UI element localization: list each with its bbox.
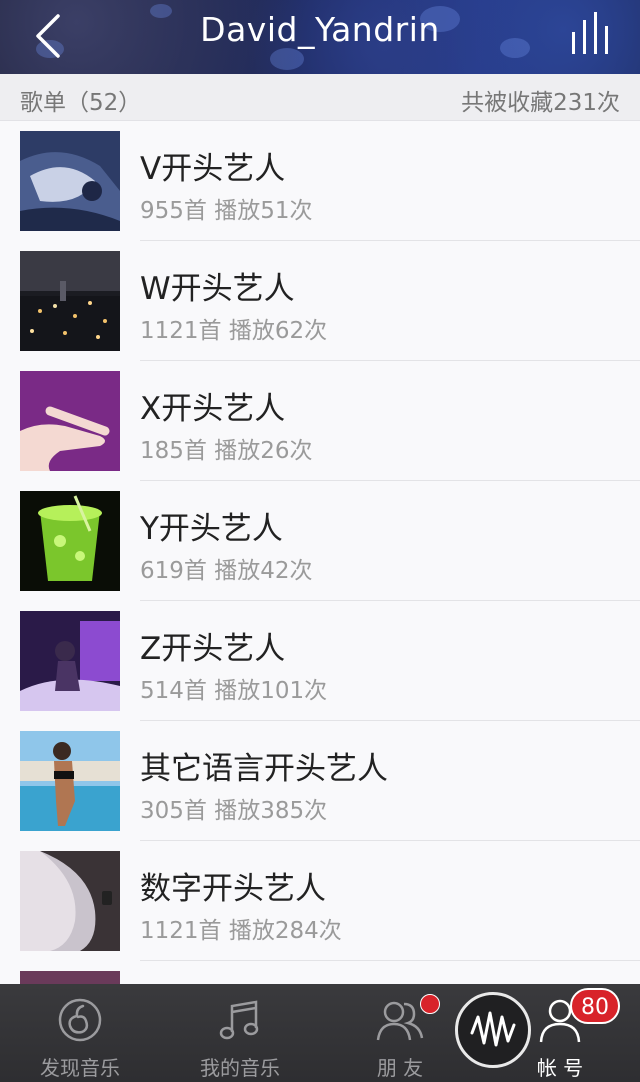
collected-count: 共被收藏231次 (461, 90, 620, 116)
tab-discover[interactable]: 发现音乐 (20, 984, 140, 1082)
playlist-title: W开头艺人 (140, 271, 295, 307)
playlist-item[interactable]: Y开头艺人 619首 播放42次 (0, 481, 640, 601)
playlist-info: W开头艺人 1121首 播放62次 (140, 241, 640, 361)
playlist-item[interactable]: 数字开头艺人 1121首 播放284次 (0, 841, 640, 961)
playlist-cover (20, 851, 120, 951)
playlist-title: X开头艺人 (140, 391, 286, 427)
playlist-stats: 514首 播放101次 (140, 678, 328, 704)
playlist-item[interactable] (0, 961, 640, 984)
netease-logo-icon (58, 998, 102, 1042)
playlist-cover (20, 491, 120, 591)
playlist-item[interactable]: V开头艺人 955首 播放51次 (0, 121, 640, 241)
bottom-tab-bar: 发现音乐 我的音乐 朋 友 帐 号 (0, 984, 640, 1082)
playlist-item[interactable]: 其它语言开头艺人 305首 播放385次 (0, 721, 640, 841)
playlist-title: Z开头艺人 (140, 631, 286, 667)
playlist-info: V开头艺人 955首 播放51次 (140, 121, 640, 241)
playlist-cover (20, 131, 120, 231)
playlist-info: 数字开头艺人 1121首 播放284次 (140, 841, 640, 961)
playlist-cover (20, 611, 120, 711)
playlist-stats: 619首 播放42次 (140, 558, 313, 584)
friends-notification-dot (420, 994, 440, 1014)
playlist-info: 其它语言开头艺人 305首 播放385次 (140, 721, 640, 841)
playlist-stats: 185首 播放26次 (140, 438, 313, 464)
playlist-info: Y开头艺人 619首 播放42次 (140, 481, 640, 601)
playlist-title: V开头艺人 (140, 151, 286, 187)
playlist-info: X开头艺人 185首 播放26次 (140, 361, 640, 481)
account-notification-badge: 80 (570, 988, 620, 1024)
tab-label: 朋 友 (376, 1056, 424, 1080)
profile-header: David_Yandrin (0, 0, 640, 74)
header-bokeh (270, 48, 304, 70)
playlist-count: 歌单（52） (20, 90, 142, 116)
playlist-list: V开头艺人 955首 播放51次 W开头艺人 1121首 播放62次 X开头艺人… (0, 121, 640, 984)
playlist-title: Y开头艺人 (140, 511, 283, 547)
playlist-cover (20, 251, 120, 351)
playlist-info: Z开头艺人 514首 播放101次 (140, 601, 640, 721)
playlist-item[interactable]: X开头艺人 185首 播放26次 (0, 361, 640, 481)
playlist-stats: 1121首 播放62次 (140, 318, 328, 344)
now-playing-button[interactable] (570, 12, 616, 56)
playlist-stats: 305首 播放385次 (140, 798, 328, 824)
tab-friends[interactable]: 朋 友 (340, 984, 460, 1082)
playlist-item[interactable]: W开头艺人 1121首 播放62次 (0, 241, 640, 361)
tab-label: 我的音乐 (200, 1056, 280, 1080)
music-note-icon (219, 1000, 259, 1040)
playlist-stats: 955首 播放51次 (140, 198, 313, 224)
waveform-play-icon (470, 1011, 516, 1047)
playlist-item[interactable]: Z开头艺人 514首 播放101次 (0, 601, 640, 721)
playlist-cover (20, 971, 120, 984)
page-title: David_Yandrin (200, 10, 440, 49)
equalizer-bars-icon (572, 12, 608, 54)
now-playing-disc-button[interactable] (455, 992, 531, 1068)
playlist-stats: 1121首 播放284次 (140, 918, 342, 944)
playlist-title: 数字开头艺人 (140, 871, 326, 907)
playlist-section-header: 歌单（52） 共被收藏231次 (0, 74, 640, 121)
playlist-cover (20, 371, 120, 471)
playlist-title: 其它语言开头艺人 (140, 751, 388, 787)
tab-label: 发现音乐 (40, 1056, 120, 1080)
playlist-cover (20, 731, 120, 831)
tab-my-music[interactable]: 我的音乐 (180, 984, 300, 1082)
